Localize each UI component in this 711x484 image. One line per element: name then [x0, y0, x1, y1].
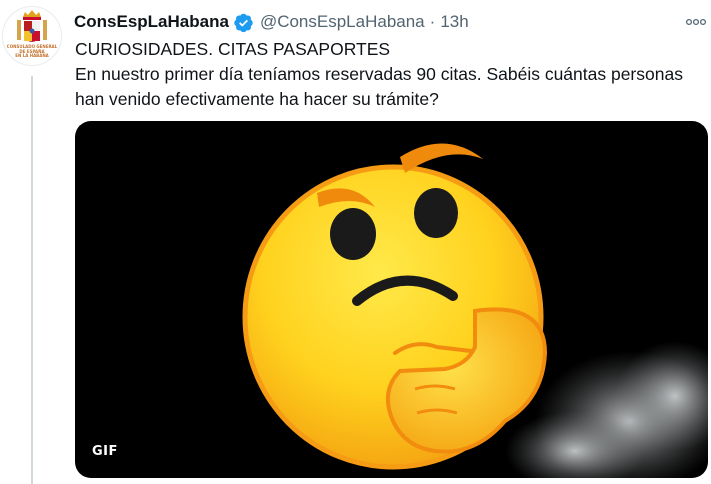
- tweet-header: ConsEspLaHabana @ConsEspLaHabana · 13h: [74, 11, 469, 33]
- tweet-text-line: CURIOSIDADES. CITAS PASAPORTES: [75, 39, 391, 59]
- thread-connector-line: [31, 76, 33, 484]
- tweet-text-line: En nuestro primer día teníamos reservada…: [75, 64, 683, 84]
- user-handle[interactable]: @ConsEspLaHabana: [260, 12, 425, 32]
- separator-dot: ·: [429, 12, 436, 31]
- display-name[interactable]: ConsEspLaHabana: [74, 12, 229, 32]
- verified-badge-icon: [234, 13, 253, 32]
- tweet-text-line: han venido efectivamente ha hacer su trá…: [75, 89, 439, 109]
- timestamp[interactable]: 13h: [440, 12, 468, 32]
- gif-media[interactable]: GIF: [75, 121, 708, 478]
- avatar[interactable]: CONSULADO GENERAL DE ESPAÑA EN LA HABANA: [2, 6, 62, 66]
- more-options-icon[interactable]: [683, 12, 709, 32]
- thinking-face-emoji: [242, 143, 708, 478]
- gif-badge: GIF: [86, 440, 124, 463]
- avatar-caption: CONSULADO GENERAL DE ESPAÑA EN LA HABANA: [6, 44, 58, 59]
